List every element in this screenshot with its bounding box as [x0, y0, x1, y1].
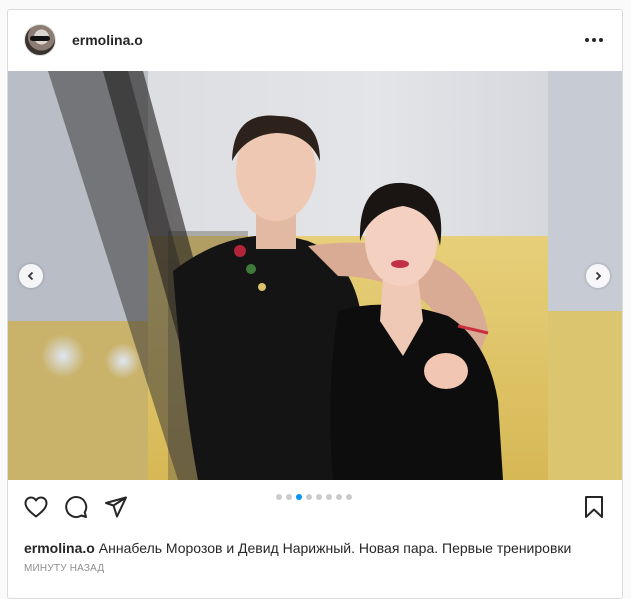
post-card: ermolina.o ermolina.o Аннабель Морозов и…	[7, 9, 623, 599]
previous-slide-icon[interactable]	[19, 264, 43, 288]
author-avatar[interactable]	[24, 24, 56, 56]
caption-username[interactable]: ermolina.o	[24, 540, 95, 556]
save-bookmark-icon[interactable]	[581, 494, 607, 520]
carousel-dot	[276, 494, 282, 500]
carousel-dot-active	[296, 494, 302, 500]
carousel-dot	[336, 494, 342, 500]
like-heart-icon[interactable]	[23, 494, 49, 520]
avatar-glasses	[30, 36, 50, 41]
carousel-dot	[286, 494, 292, 500]
share-paper-plane-icon[interactable]	[103, 494, 129, 520]
more-options-icon[interactable]	[582, 28, 606, 52]
carousel-dot	[326, 494, 332, 500]
post-timestamp[interactable]: минуту назад	[24, 563, 104, 574]
carousel-dot	[306, 494, 312, 500]
next-slide-icon[interactable]	[586, 264, 610, 288]
carousel-dot	[346, 494, 352, 500]
carousel-indicator	[276, 494, 352, 500]
post-photo[interactable]	[8, 71, 622, 480]
post-caption: ermolina.o Аннабель Морозов и Девид Нариж…	[24, 539, 604, 557]
post-header: ermolina.o	[8, 10, 622, 71]
carousel-dot	[316, 494, 322, 500]
post-actions	[8, 480, 622, 532]
author-username[interactable]: ermolina.o	[72, 32, 143, 48]
comment-icon[interactable]	[63, 494, 89, 520]
caption-text: Аннабель Морозов и Девид Нарижный. Новая…	[98, 540, 572, 556]
